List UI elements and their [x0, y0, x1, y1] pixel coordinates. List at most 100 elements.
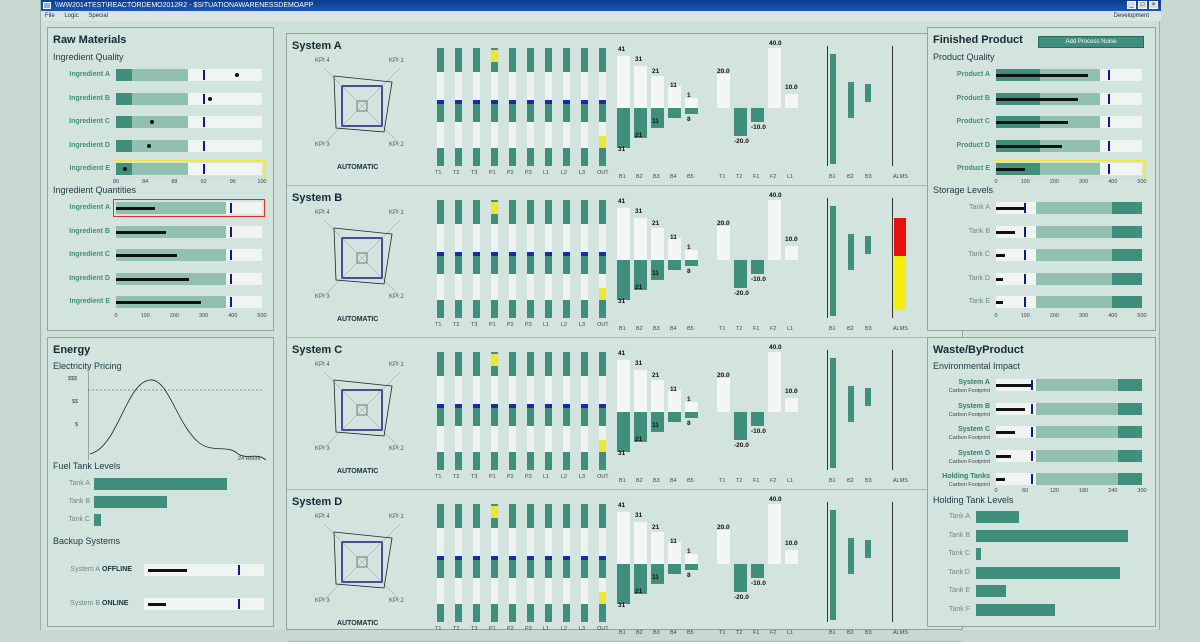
- backup-status: OFFLINE: [102, 566, 132, 573]
- tank-column: [491, 352, 498, 470]
- env-marker: [1031, 450, 1033, 461]
- tank-light-segment: [437, 122, 444, 148]
- b-value-label: 8: [687, 420, 691, 427]
- b-axis-label: B3: [653, 174, 660, 180]
- tank-light-segment: [599, 528, 606, 556]
- tank-column: [581, 352, 588, 470]
- b-value-label: 11: [670, 538, 677, 545]
- t-value-label: -10.0: [751, 580, 766, 587]
- tank-light-segment: [437, 72, 444, 100]
- tank-light-segment: [509, 72, 516, 100]
- system-row: System C KPI 4 KPI 1 KPI 3 KPI 2 AUTOMATIC T1 T…: [287, 338, 962, 490]
- tank-axis-label: L2: [561, 626, 568, 632]
- t-value-label: 20.0: [717, 372, 730, 379]
- bb-bar: [830, 358, 836, 468]
- t-lower-bar: [751, 412, 764, 426]
- t-axis-label: L1: [787, 174, 794, 180]
- menu-logic[interactable]: Logic: [64, 13, 78, 19]
- tank-level: [563, 556, 570, 560]
- holding-tank-bar: [976, 511, 1019, 523]
- bb-axis-label: B2: [847, 630, 854, 636]
- app-window: \\WW2014TEST\REACTORDEMO2012R2 - $SITUAT…: [40, 0, 1161, 642]
- t-value-label: 40.0: [769, 40, 782, 47]
- menu-special[interactable]: Special: [88, 13, 108, 19]
- menu-file[interactable]: File: [45, 13, 55, 19]
- quality-marker: [149, 120, 154, 124]
- close-button[interactable]: ×: [1149, 1, 1158, 9]
- tank-column: [509, 200, 516, 318]
- waste-title: Waste/ByProduct: [933, 344, 1024, 356]
- fuel-tank-label: Tank A: [68, 480, 90, 487]
- tank-axis-label: OUT: [597, 322, 609, 328]
- tank-level: [527, 556, 534, 560]
- tank-level: [527, 404, 534, 408]
- quantity-axis-tick: 500: [257, 313, 267, 319]
- tank-light-segment: [563, 274, 570, 300]
- tank-level: [473, 100, 480, 104]
- t-axis-label: L1: [787, 630, 794, 636]
- b-value-label: 31: [635, 208, 643, 215]
- env-high: [1118, 473, 1142, 485]
- alms-axis-line: [892, 350, 893, 470]
- b-upper-bar: [617, 512, 630, 564]
- product-axis-tick: 100: [1020, 179, 1030, 185]
- tank-light-segment: [599, 224, 606, 252]
- t-upper-bar: [768, 200, 781, 260]
- bb-axis-label: B2: [847, 478, 854, 484]
- t-upper-bar: [768, 48, 781, 108]
- t-lower-bar: [734, 564, 747, 592]
- storage-bar: [996, 277, 1004, 281]
- t-axis-label: F1: [753, 174, 760, 180]
- tank-level: [581, 556, 588, 560]
- kpi-label: KPI 1: [389, 210, 404, 216]
- tank-axis-label: T3: [471, 322, 478, 328]
- product-quality-label: Product A: [956, 71, 990, 78]
- holding-tank-label: Tank F: [948, 605, 970, 613]
- system-mode: AUTOMATIC: [337, 164, 379, 171]
- backup-systems-title: Backup Systems: [53, 536, 121, 546]
- t-value-label: 40.0: [769, 192, 782, 199]
- tank-level: [455, 100, 462, 104]
- b-axis-label: B4: [670, 478, 677, 484]
- tank-light-segment: [545, 578, 552, 604]
- product-bar: [996, 144, 1062, 148]
- kpi-label: KPI 4: [315, 362, 330, 368]
- tank-level: [599, 252, 606, 256]
- t-upper-bar: [717, 378, 730, 412]
- tank-level: [581, 100, 588, 104]
- env-bar: [996, 478, 1005, 481]
- bb-bar: [848, 82, 854, 118]
- add-process-noise-button[interactable]: Add Process Noise: [1038, 36, 1144, 48]
- t-axis-label: F2: [770, 630, 777, 636]
- tank-axis-label: L1: [543, 474, 550, 480]
- b-upper-bar: [617, 56, 630, 108]
- quality-low-range: [116, 69, 132, 81]
- menu-development[interactable]: Development: [1114, 11, 1149, 21]
- tank-level: [491, 404, 498, 408]
- holding-tank-bar: [976, 548, 981, 560]
- product-bar: [996, 121, 1068, 124]
- title-bar: \\WW2014TEST\REACTORDEMO2012R2 - $SITUAT…: [41, 0, 1161, 11]
- t-axis-label: T2: [736, 478, 743, 484]
- tank-column: [437, 200, 444, 318]
- bb-bar: [830, 54, 836, 164]
- bb-bar: [865, 84, 871, 102]
- tank-level: [437, 100, 444, 104]
- env-high: [1118, 402, 1142, 415]
- b-lower-bar: [685, 108, 698, 114]
- b-value-label: 1: [687, 396, 691, 403]
- tank-level: [509, 252, 516, 256]
- holding-tank-label: Tank A: [948, 513, 970, 520]
- tank-column: [437, 48, 444, 166]
- t-axis-label: L1: [787, 326, 794, 332]
- tank-light-segment: [581, 122, 588, 148]
- b-upper-bar: [668, 542, 681, 564]
- tank-axis-label: L2: [561, 474, 568, 480]
- maximize-button[interactable]: □: [1138, 1, 1147, 9]
- tank-level: [581, 404, 588, 408]
- tank-light-segment: [581, 578, 588, 604]
- ingredient-quality-title: Ingredient Quality: [53, 52, 124, 62]
- minimize-button[interactable]: _: [1127, 1, 1136, 9]
- t-value-label: -20.0: [734, 442, 749, 449]
- b-value-label: 11: [652, 118, 659, 125]
